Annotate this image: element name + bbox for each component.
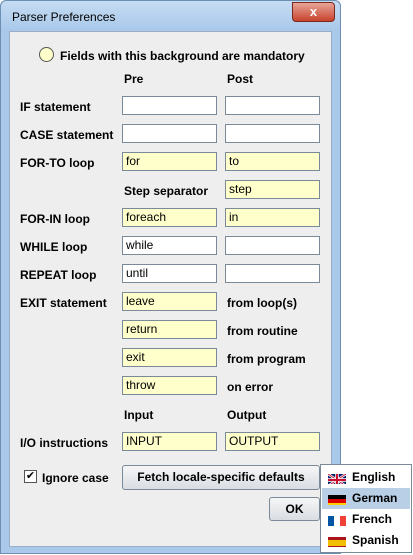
for-in-post-field[interactable]: in <box>225 208 320 227</box>
locale-option-spanish[interactable]: Spanish <box>322 530 410 551</box>
case-post-field[interactable] <box>225 124 320 143</box>
step-separator-label: Step separator <box>124 184 209 198</box>
repeat-post-field[interactable] <box>225 264 320 283</box>
post-column-header: Post <box>227 72 254 86</box>
close-button[interactable]: x <box>292 2 335 22</box>
exit-program-field[interactable]: exit <box>122 348 217 367</box>
ok-label: OK <box>285 502 304 516</box>
case-pre-field[interactable] <box>122 124 217 143</box>
exit-error-field[interactable]: throw <box>122 376 217 395</box>
window-title: Parser Preferences <box>12 10 116 24</box>
for-to-pre-field[interactable]: for <box>122 152 217 171</box>
for-to-loop-label: FOR-TO loop <box>20 156 95 170</box>
io-instructions-label: I/O instructions <box>20 436 109 450</box>
france-flag-icon <box>328 514 346 526</box>
output-field[interactable]: OUTPUT <box>225 432 320 451</box>
for-in-loop-label: FOR-IN loop <box>20 212 90 226</box>
fetch-defaults-label: Fetch locale-specific defaults <box>137 470 305 484</box>
pre-column-header: Pre <box>124 72 144 86</box>
close-icon: x <box>309 4 318 19</box>
exit-statement-label: EXIT statement <box>20 296 107 310</box>
locale-option-german[interactable]: German <box>322 488 410 509</box>
ok-button[interactable]: OK <box>269 497 320 521</box>
if-pre-field[interactable] <box>122 96 217 115</box>
mandatory-indicator-icon <box>39 47 54 62</box>
checkmark-icon: ✔ <box>25 470 36 482</box>
ignore-case-checkbox[interactable]: ✔ <box>24 470 37 483</box>
output-column-header: Output <box>227 408 267 422</box>
while-loop-label: WHILE loop <box>20 240 88 254</box>
for-to-post-field[interactable]: to <box>225 152 320 171</box>
exit-routine-desc: from routine <box>227 324 298 338</box>
uk-flag-icon <box>328 472 346 484</box>
locale-option-french[interactable]: French <box>322 509 410 530</box>
spain-flag-icon <box>328 535 346 547</box>
step-separator-field[interactable]: step <box>225 180 320 199</box>
mandatory-legend: Fields with this background are mandator… <box>60 49 305 63</box>
exit-error-desc: on error <box>227 380 274 394</box>
input-field[interactable]: INPUT <box>122 432 217 451</box>
exit-loop-field[interactable]: leave <box>122 292 217 311</box>
locale-menu: English German French Spanish <box>320 464 412 553</box>
locale-spanish-label: Spanish <box>352 533 399 547</box>
locale-english-label: English <box>352 470 396 484</box>
locale-french-label: French <box>352 512 393 526</box>
input-column-header: Input <box>124 408 154 422</box>
exit-routine-field[interactable]: return <box>122 320 217 339</box>
while-pre-field[interactable]: while <box>122 236 217 255</box>
if-statement-label: IF statement <box>20 100 91 114</box>
locale-option-english[interactable]: English <box>322 467 410 488</box>
while-post-field[interactable] <box>225 236 320 255</box>
locale-german-label: German <box>352 491 398 505</box>
exit-program-desc: from program <box>227 352 306 366</box>
case-statement-label: CASE statement <box>20 128 114 142</box>
repeat-loop-label: REPEAT loop <box>20 268 97 282</box>
if-post-field[interactable] <box>225 96 320 115</box>
ignore-case-label[interactable]: Ignore case <box>42 471 109 485</box>
title-bar[interactable]: Parser Preferences x <box>1 1 340 31</box>
for-in-pre-field[interactable]: foreach <box>122 208 217 227</box>
repeat-pre-field[interactable]: until <box>122 264 217 283</box>
fetch-defaults-button[interactable]: Fetch locale-specific defaults <box>122 465 320 490</box>
exit-loop-desc: from loop(s) <box>227 296 297 310</box>
germany-flag-icon <box>328 493 346 505</box>
